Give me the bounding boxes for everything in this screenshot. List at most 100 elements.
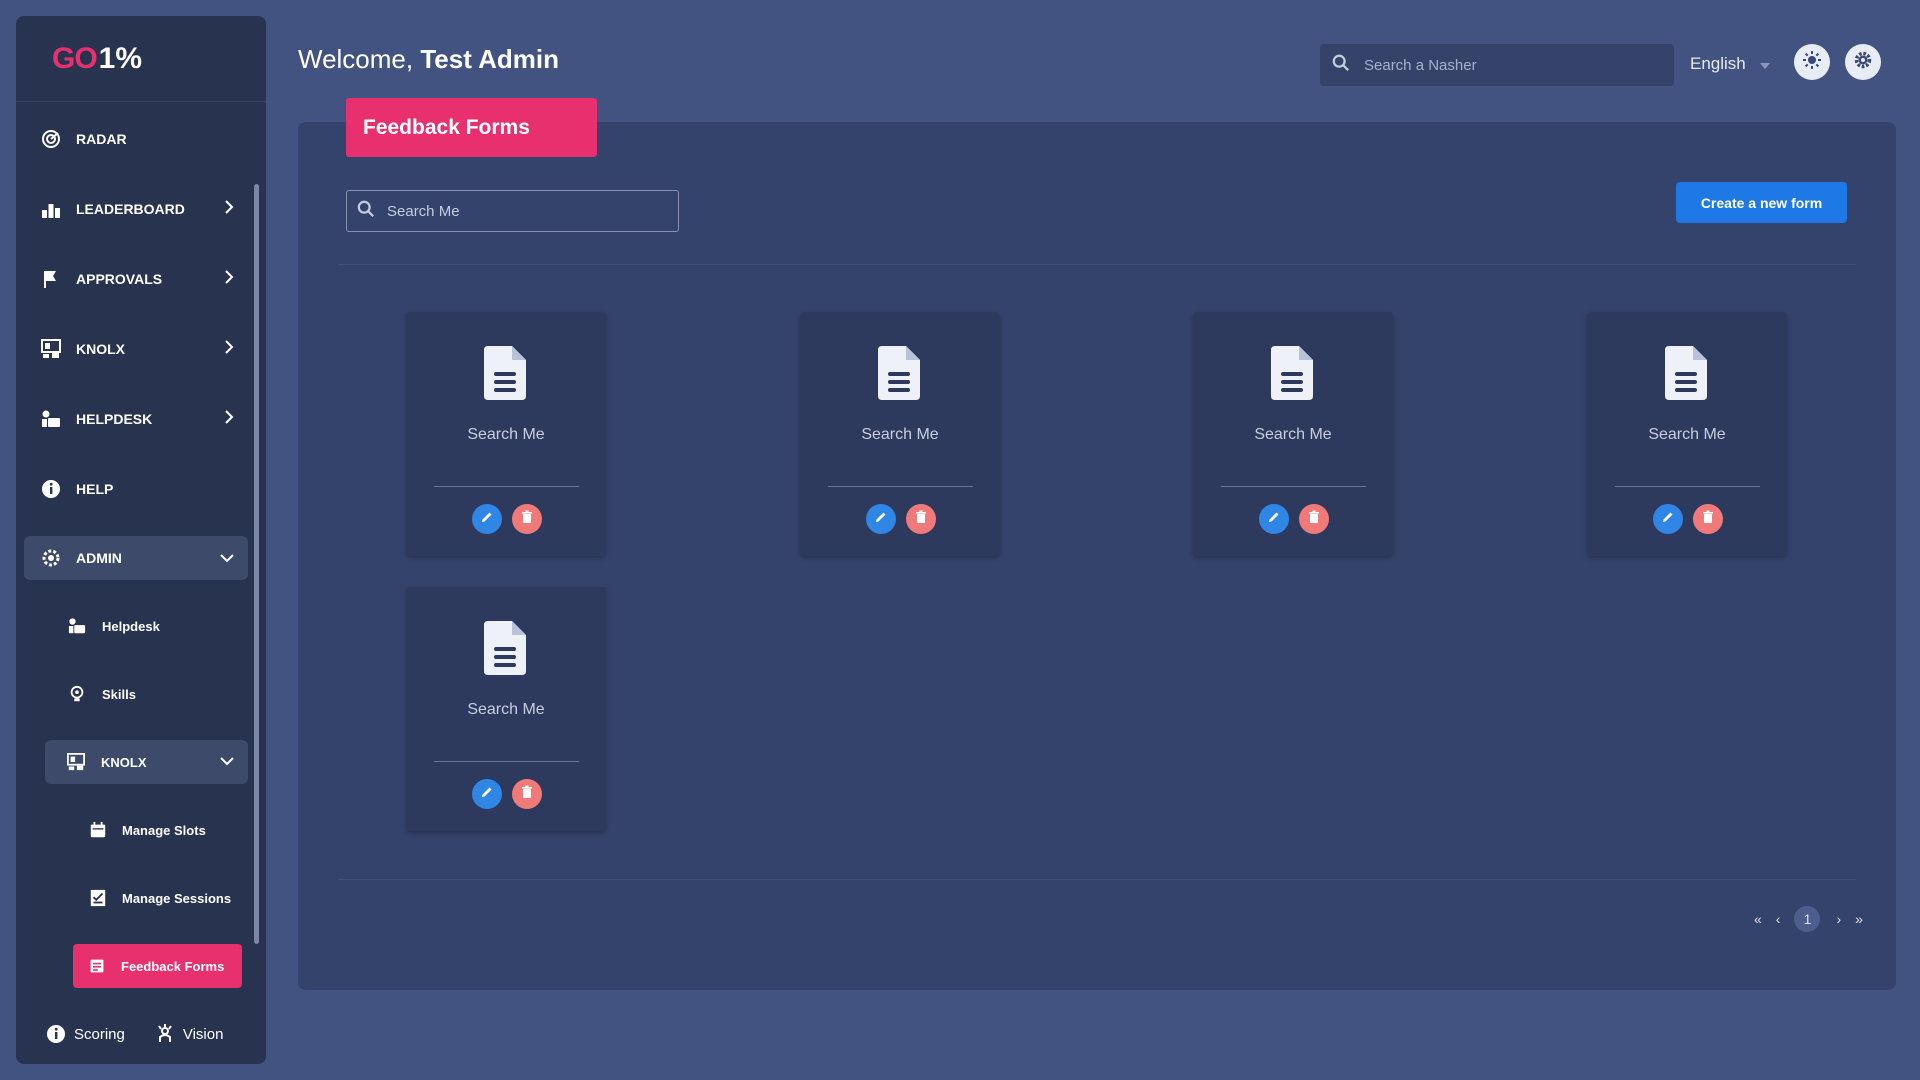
form-card[interactable]: Search Me <box>406 312 606 556</box>
footer-scoring-label: Scoring <box>74 1025 125 1043</box>
pencil-icon <box>1267 510 1281 529</box>
helpdesk-icon <box>40 408 62 430</box>
edit-button[interactable] <box>1653 504 1683 534</box>
pencil-icon <box>480 510 494 529</box>
gear-icon <box>1853 50 1873 75</box>
delete-button[interactable] <box>906 504 936 534</box>
admin-sub-helpdesk[interactable]: Helpdesk <box>16 592 256 660</box>
nasher-search-input[interactable] <box>1362 55 1662 75</box>
form-card-title: Search Me <box>861 426 939 443</box>
form-card-title: Search Me <box>467 701 545 718</box>
search-icon <box>357 200 375 223</box>
edit-button[interactable] <box>866 504 896 534</box>
delete-button[interactable] <box>512 779 542 809</box>
knolx-sub-manage-sessions[interactable]: Manage Sessions <box>16 864 256 932</box>
sidebar-item-helpdesk[interactable]: HELPDESK <box>16 384 256 454</box>
prev-page-button[interactable]: ‹ <box>1776 911 1781 927</box>
welcome-user-name: Test Admin <box>420 44 560 74</box>
settings-button[interactable] <box>1845 44 1881 80</box>
chevron-down-icon <box>220 550 234 566</box>
footer-vision[interactable]: Vision <box>155 1024 223 1044</box>
sidebar-item-label: ADMIN <box>76 550 122 566</box>
first-page-button[interactable]: « <box>1754 911 1762 927</box>
sidebar-item-knolx[interactable]: KNOLX <box>16 314 256 384</box>
sidebar-nav: RADAR LEADERBOARD APPROVALS KNOLX HELPDE… <box>16 104 256 988</box>
sidebar-item-label: APPROVALS <box>76 271 163 287</box>
language-select[interactable]: English <box>1690 54 1770 74</box>
logo-go: GO <box>52 41 98 75</box>
current-page[interactable]: 1 <box>1794 906 1821 932</box>
admin-sub-skills[interactable]: Skills <box>16 660 256 728</box>
nasher-search[interactable] <box>1320 44 1674 86</box>
form-card[interactable]: Search Me <box>1587 312 1787 556</box>
document-icon <box>484 346 526 405</box>
sidebar-item-radar[interactable]: RADAR <box>16 104 256 174</box>
pencil-icon <box>874 510 888 529</box>
form-icon <box>87 956 107 976</box>
footer-scoring[interactable]: Scoring <box>46 1024 125 1044</box>
skills-icon <box>66 683 88 705</box>
trash-icon <box>1701 510 1715 529</box>
logo-percent: 1% <box>98 41 143 75</box>
delete-button[interactable] <box>512 504 542 534</box>
sidebar-item-admin[interactable]: ADMIN <box>24 536 248 580</box>
trash-icon <box>520 510 534 529</box>
knolx-sub-manage-slots[interactable]: Manage Slots <box>16 796 256 864</box>
helpdesk-icon <box>66 615 88 637</box>
pagination: « ‹ 1 › » <box>1754 906 1877 932</box>
divider <box>338 879 1856 880</box>
calendar-icon <box>88 820 108 840</box>
chevron-down-icon <box>220 754 234 769</box>
sidebar-scrollbar[interactable] <box>254 184 259 944</box>
welcome-prefix: Welcome, <box>298 44 421 74</box>
sidebar-footer: Scoring Vision <box>16 1004 266 1064</box>
divider <box>338 264 1856 265</box>
leaderboard-icon <box>40 198 62 220</box>
welcome-heading: Welcome, Test Admin <box>298 44 559 75</box>
document-icon <box>1271 346 1313 405</box>
divider <box>434 761 579 762</box>
pencil-icon <box>1661 510 1675 529</box>
chevron-right-icon <box>224 410 234 427</box>
create-new-form-button[interactable]: Create a new form <box>1676 182 1847 223</box>
edit-button[interactable] <box>472 779 502 809</box>
document-icon <box>484 621 526 680</box>
form-search-input[interactable] <box>385 201 655 221</box>
delete-button[interactable] <box>1299 504 1329 534</box>
form-card[interactable]: Search Me <box>1193 312 1393 556</box>
form-search[interactable] <box>346 190 679 232</box>
knolx-icon <box>65 751 87 773</box>
knolx-icon <box>40 338 62 360</box>
edit-button[interactable] <box>472 504 502 534</box>
sidebar-item-approvals[interactable]: APPROVALS <box>16 244 256 314</box>
sidebar-item-label: Feedback Forms <box>121 958 225 974</box>
radar-icon <box>40 128 62 150</box>
last-page-button[interactable]: » <box>1855 911 1863 927</box>
knolx-sub-feedback-forms[interactable]: Feedback Forms <box>73 944 242 988</box>
admin-sub-knolx[interactable]: KNOLX <box>45 740 248 784</box>
trash-icon <box>914 510 928 529</box>
trash-icon <box>520 785 534 804</box>
divider <box>1221 486 1366 487</box>
caret-down-icon <box>1759 54 1770 74</box>
approvals-icon <box>40 268 62 290</box>
form-card[interactable]: Search Me <box>800 312 1000 556</box>
form-card[interactable]: Search Me <box>406 587 606 831</box>
sidebar-item-label: Skills <box>102 686 136 702</box>
sidebar-item-label: Helpdesk <box>102 618 160 634</box>
theme-toggle-button[interactable] <box>1794 44 1830 80</box>
info-icon <box>46 1024 66 1044</box>
form-card-title: Search Me <box>1648 426 1726 443</box>
delete-button[interactable] <box>1693 504 1723 534</box>
sidebar-item-label: HELPDESK <box>76 411 153 427</box>
app-logo[interactable]: GO 1% <box>16 16 266 102</box>
sidebar-item-help[interactable]: HELP <box>16 454 256 524</box>
divider <box>1615 486 1760 487</box>
sun-icon <box>1802 50 1822 75</box>
chevron-right-icon <box>224 270 234 287</box>
sidebar-item-label: Manage Sessions <box>122 890 232 906</box>
sidebar-item-leaderboard[interactable]: LEADERBOARD <box>16 174 256 244</box>
edit-button[interactable] <box>1259 504 1289 534</box>
sidebar-item-label: LEADERBOARD <box>76 201 185 217</box>
next-page-button[interactable]: › <box>1836 911 1841 927</box>
